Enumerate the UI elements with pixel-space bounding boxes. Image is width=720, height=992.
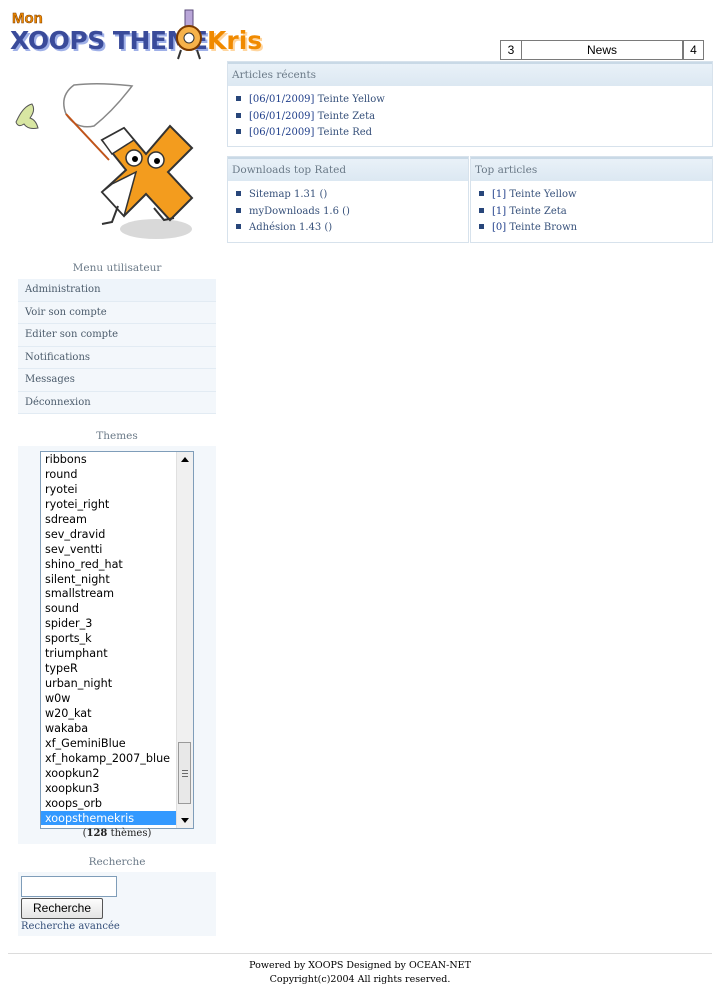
theme-option[interactable]: xoopkun2 <box>41 766 176 781</box>
theme-option[interactable]: silent_night <box>41 572 176 587</box>
user-menu: Administration Voir son compte Editer so… <box>18 279 216 414</box>
theme-count: (128 thèmes) <box>82 828 152 839</box>
download-item[interactable]: myDownloads 1.6 () <box>236 204 468 221</box>
theme-option[interactable]: wakaba <box>41 721 176 736</box>
recent-article-item[interactable]: [06/01/2009] Teinte Yellow <box>236 92 712 109</box>
theme-option[interactable]: triumphant <box>41 646 176 661</box>
top-article-item[interactable]: [1] Teinte Zeta <box>479 204 712 221</box>
theme-option[interactable]: round <box>41 467 176 482</box>
theme-option[interactable]: ryotei <box>41 482 176 497</box>
logo-mascot-icon <box>176 9 202 60</box>
news-next-button[interactable]: 4 <box>683 40 704 60</box>
theme-option[interactable]: xoops_orb <box>41 796 176 811</box>
theme-option[interactable]: ribbons <box>41 452 176 467</box>
theme-option[interactable]: xoopkun3 <box>41 781 176 796</box>
menu-item-logout[interactable]: Déconnexion <box>18 391 216 414</box>
theme-option[interactable]: sev_dravid <box>41 527 176 542</box>
download-item[interactable]: Adhésion 1.43 () <box>236 220 468 237</box>
theme-option[interactable]: smallstream <box>41 586 176 601</box>
theme-list-scrollbar[interactable] <box>176 452 193 828</box>
scroll-thumb[interactable] <box>178 742 191 804</box>
news-prev-button[interactable]: 3 <box>500 40 522 60</box>
downloads-title: Downloads top Rated <box>228 157 468 181</box>
theme-option[interactable]: xf_GeminiBlue <box>41 736 176 751</box>
footer-powered-by[interactable]: Powered by XOOPS Designed by OCEAN-NET <box>0 959 720 973</box>
logo-mon-text: Mon <box>12 10 43 28</box>
recent-article-item[interactable]: [06/01/2009] Teinte Zeta <box>236 109 712 126</box>
theme-option[interactable]: xf_hokamp_2007_blue <box>41 751 176 766</box>
search-title: Recherche <box>88 856 146 868</box>
recent-articles-title: Articles récents <box>228 62 712 86</box>
recent-article-item[interactable]: [06/01/2009] Teinte Red <box>236 125 712 142</box>
theme-option[interactable]: sdream <box>41 512 176 527</box>
site-logo[interactable]: Mon XOOPS THEME Kris <box>10 8 265 63</box>
theme-option[interactable]: shino_red_hat <box>41 557 176 572</box>
downloads-block: Downloads top Rated Sitemap 1.31 () myDo… <box>227 156 469 243</box>
search-button[interactable]: Recherche <box>21 898 103 919</box>
theme-option[interactable]: xoopsthemekris <box>41 810 176 826</box>
scroll-down-icon[interactable] <box>181 818 189 823</box>
recent-articles-block: Articles récents [06/01/2009] Teinte Yel… <box>227 61 713 147</box>
theme-select-list[interactable]: ribbons round ryotei ryotei_right sdream sev_… <box>40 451 194 829</box>
advanced-search-link[interactable]: Recherche avancée <box>21 921 120 932</box>
user-menu-title: Menu utilisateur <box>72 262 162 274</box>
download-item[interactable]: Sitemap 1.31 () <box>236 187 468 204</box>
theme-count-suffix: thèmes <box>107 828 148 839</box>
mascot-illustration <box>15 82 194 239</box>
footer-copyright: Copyright(c)2004 All rights reserved. <box>269 974 451 985</box>
menu-item-view-account[interactable]: Voir son compte <box>18 301 216 324</box>
theme-option[interactable]: urban_night <box>41 676 176 691</box>
scroll-up-icon[interactable] <box>181 457 189 462</box>
top-articles-title: Top articles <box>471 157 712 181</box>
footer-divider <box>8 953 712 954</box>
theme-option[interactable]: sound <box>41 601 176 616</box>
top-articles-block: Top articles [1] Teinte Yellow [1] Teint… <box>470 156 713 243</box>
logo-kris-text: Kris <box>207 26 263 55</box>
theme-option[interactable]: sports_k <box>41 631 176 646</box>
theme-option[interactable]: sev_ventti <box>41 542 176 557</box>
search-input[interactable] <box>21 876 117 897</box>
top-article-item[interactable]: [0] Teinte Brown <box>479 220 712 237</box>
footer: Powered by XOOPS Designed by OCEAN-NET C… <box>0 959 720 987</box>
news-current-label: News <box>521 40 683 60</box>
menu-item-edit-account[interactable]: Editer son compte <box>18 324 216 347</box>
theme-count-number: 128 <box>86 828 108 839</box>
menu-item-messages[interactable]: Messages <box>18 369 216 392</box>
theme-option[interactable]: spider_3 <box>41 616 176 631</box>
theme-option[interactable]: typeR <box>41 661 176 676</box>
theme-option[interactable]: w0w <box>41 691 176 706</box>
news-nav: 3 News 4 <box>500 40 704 60</box>
top-article-item[interactable]: [1] Teinte Yellow <box>479 187 712 204</box>
theme-options: ribbons round ryotei ryotei_right sdream sev_… <box>41 452 176 826</box>
menu-item-notifications[interactable]: Notifications <box>18 346 216 369</box>
theme-option[interactable]: w20_kat <box>41 706 176 721</box>
menu-item-administration[interactable]: Administration <box>18 279 216 302</box>
themes-title: Themes <box>96 430 138 442</box>
theme-option[interactable]: ryotei_right <box>41 497 176 512</box>
